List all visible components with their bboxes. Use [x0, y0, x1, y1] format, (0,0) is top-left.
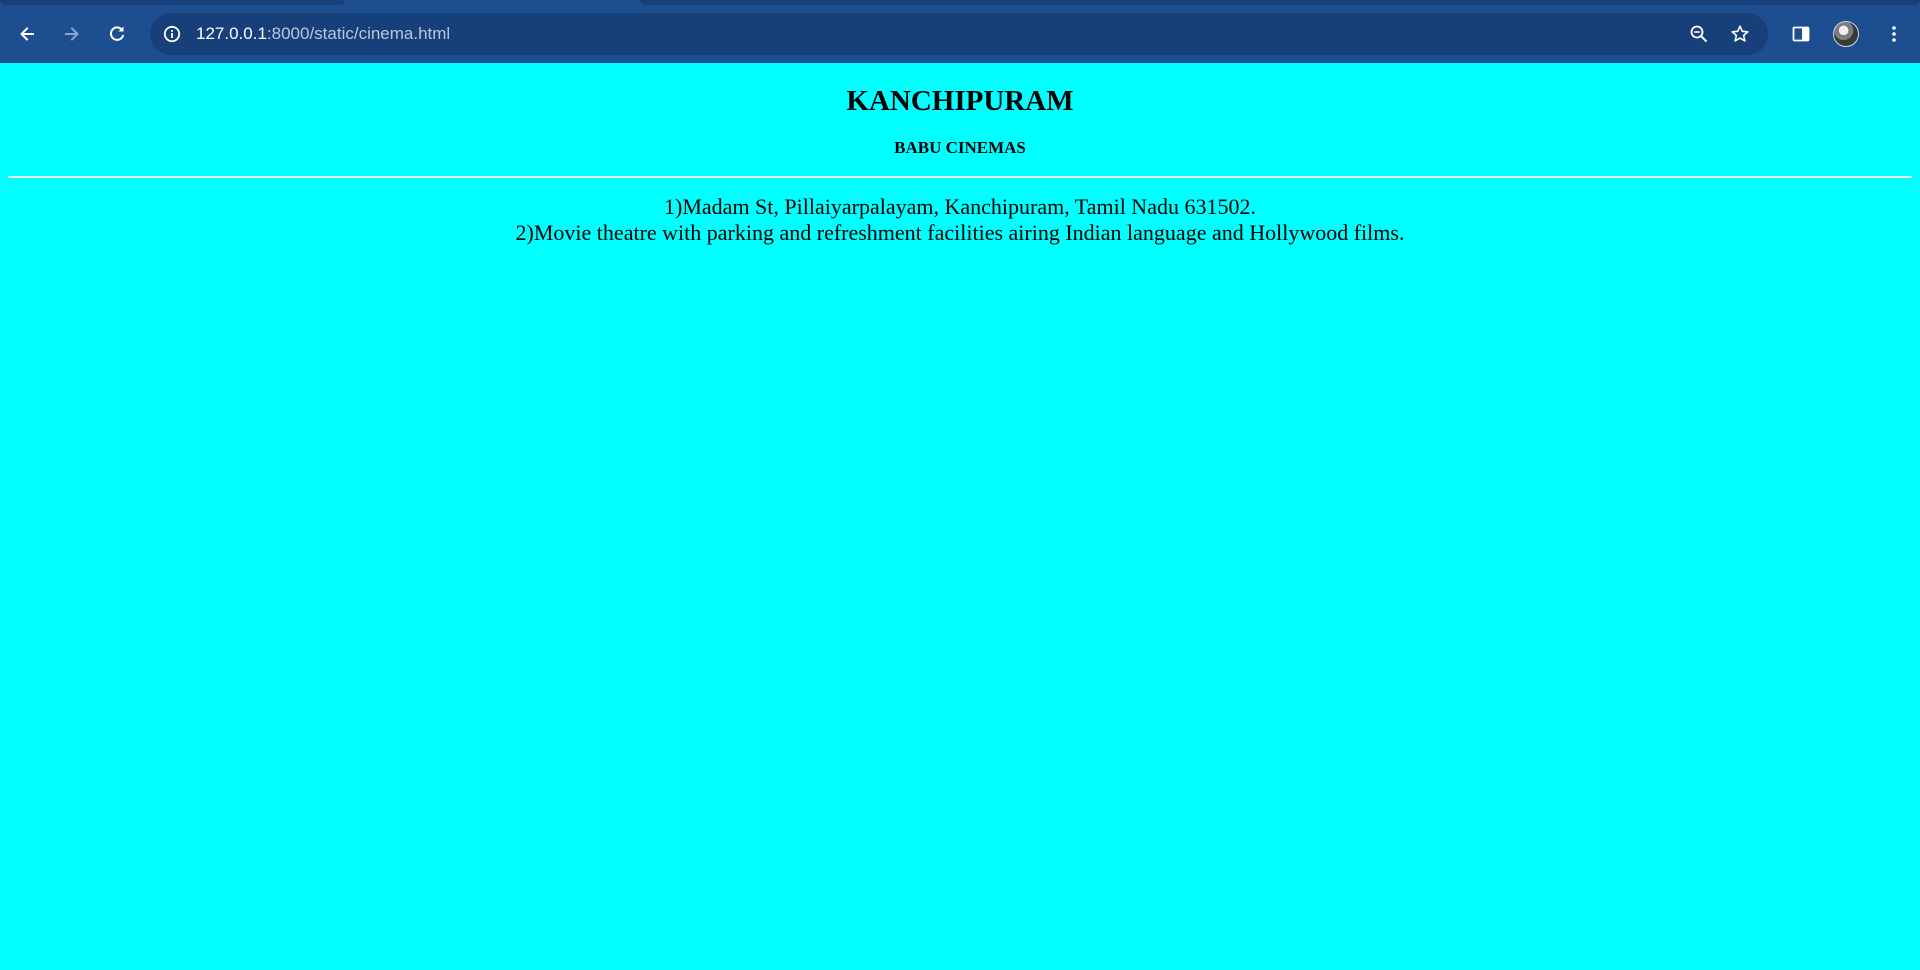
address-bar[interactable]: 127.0.0.1:8000/static/cinema.html: [150, 13, 1768, 55]
back-button[interactable]: [10, 17, 44, 51]
info-icon: [163, 25, 181, 43]
site-info-button[interactable]: [160, 22, 184, 46]
tab-strip-edge: [640, 0, 1920, 5]
browser-toolbar: 127.0.0.1:8000/static/cinema.html: [0, 0, 1920, 63]
url-path: :8000/static/cinema.html: [266, 24, 451, 43]
side-panel-button[interactable]: [1789, 22, 1813, 46]
reload-button[interactable]: [100, 17, 134, 51]
tab-strip-edge: [0, 0, 345, 5]
side-panel-icon: [1792, 26, 1810, 42]
reload-icon: [109, 26, 125, 41]
zoom-button[interactable]: [1687, 22, 1711, 46]
star-icon: [1731, 25, 1749, 42]
divider: [8, 176, 1912, 178]
kebab-menu-icon: [1892, 26, 1896, 42]
info-text-block: 1)Madam St, Pillaiyarpalayam, Kanchipura…: [0, 194, 1920, 246]
bookmark-button[interactable]: [1728, 22, 1752, 46]
page-viewport: KANCHIPURAM BABU CINEMAS 1)Madam St, Pil…: [0, 63, 1920, 970]
url-host: 127.0.0.1: [196, 24, 267, 43]
page-subtitle: BABU CINEMAS: [894, 138, 1026, 157]
arrow-right-icon: [65, 27, 79, 41]
description-line: 2)Movie theatre with parking and refresh…: [515, 220, 1405, 245]
arrow-left-icon: [20, 27, 34, 41]
url-text[interactable]: 127.0.0.1:8000/static/cinema.html: [196, 24, 450, 44]
address-line: 1)Madam St, Pillaiyarpalayam, Kanchipura…: [664, 194, 1256, 219]
forward-button[interactable]: [55, 17, 89, 51]
browser-menu-button[interactable]: [1882, 22, 1906, 46]
profile-avatar[interactable]: [1833, 21, 1859, 47]
page-title: KANCHIPURAM: [846, 85, 1074, 117]
zoom-out-icon: [1690, 25, 1708, 43]
